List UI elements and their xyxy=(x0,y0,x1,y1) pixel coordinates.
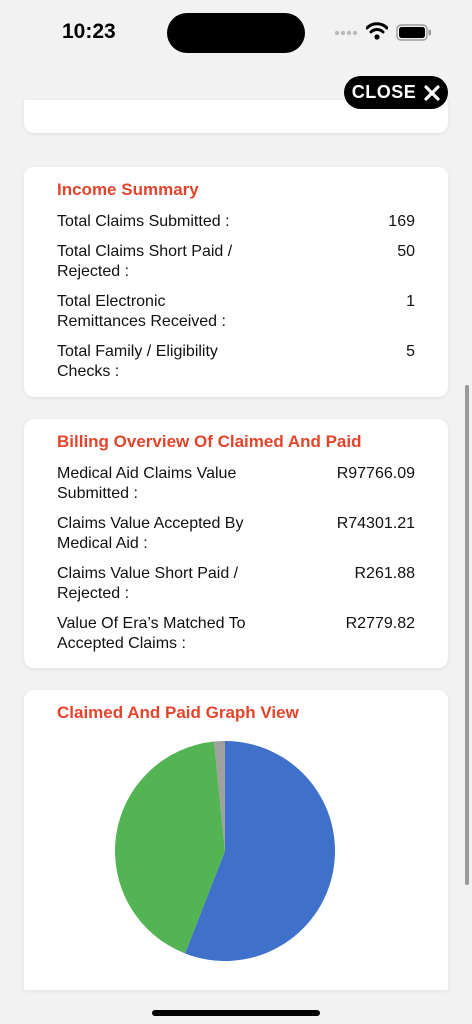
summary-row: Total Claims Short Paid / Rejected : 50 xyxy=(57,242,415,282)
pie-chart xyxy=(115,741,336,961)
status-bar: 10:23 xyxy=(0,0,472,62)
income-summary-card: Income Summary Total Claims Submitted : … xyxy=(24,167,448,397)
row-value: R74301.21 xyxy=(336,515,415,532)
billing-row: Claims Value Short Paid / Rejected : R26… xyxy=(57,564,415,604)
row-label: Total Electronic Remittances Received : xyxy=(57,293,226,330)
row-label: Total Claims Short Paid / Rejected : xyxy=(57,243,233,280)
row-label: Total Claims Submitted : xyxy=(57,213,230,230)
battery-icon xyxy=(396,24,431,41)
wifi-icon xyxy=(366,22,388,40)
close-button-label: CLOSE xyxy=(351,82,417,102)
cellular-signal-icon xyxy=(334,30,358,36)
row-value: R97766.09 xyxy=(336,465,415,482)
summary-row: Total Electronic Remittances Received : … xyxy=(57,292,415,332)
dynamic-island xyxy=(167,13,305,53)
home-indicator[interactable] xyxy=(152,1010,320,1016)
billing-row: Value Of Era’s Matched To Accepted Claim… xyxy=(57,614,415,654)
row-value: 1 xyxy=(406,293,415,310)
income-summary-title: Income Summary xyxy=(57,180,199,199)
row-label: Claims Value Accepted By Medical Aid : xyxy=(57,515,244,552)
summary-row: Total Family / Eligibility Checks : 5 xyxy=(57,342,415,382)
row-value: 169 xyxy=(388,213,415,230)
graph-card: Claimed And Paid Graph View xyxy=(24,690,448,990)
status-time: 10:23 xyxy=(62,20,116,43)
close-button[interactable]: CLOSE xyxy=(344,76,448,109)
summary-row: Total Claims Submitted : 169 xyxy=(57,212,415,232)
row-label: Total Family / Eligibility Checks : xyxy=(57,343,218,380)
row-value: 50 xyxy=(397,243,415,260)
row-value: R261.88 xyxy=(354,565,416,582)
income-summary-rows: Total Claims Submitted : 169 Total Claim… xyxy=(57,212,415,392)
row-label: Claims Value Short Paid / Rejected : xyxy=(57,565,239,602)
row-value: 5 xyxy=(406,343,415,360)
row-value: R2779.82 xyxy=(345,615,415,632)
scroll-indicator[interactable] xyxy=(465,385,469,885)
billing-row: Claims Value Accepted By Medical Aid : R… xyxy=(57,514,415,554)
billing-overview-title: Billing Overview Of Claimed And Paid xyxy=(57,432,362,451)
billing-overview-rows: Medical Aid Claims Value Submitted : R97… xyxy=(57,464,415,664)
billing-row: Medical Aid Claims Value Submitted : R97… xyxy=(57,464,415,504)
billing-overview-card: Billing Overview Of Claimed And Paid Med… xyxy=(24,419,448,668)
row-label: Value Of Era’s Matched To Accepted Claim… xyxy=(57,615,246,652)
row-label: Medical Aid Claims Value Submitted : xyxy=(57,465,237,502)
close-icon xyxy=(424,84,440,101)
